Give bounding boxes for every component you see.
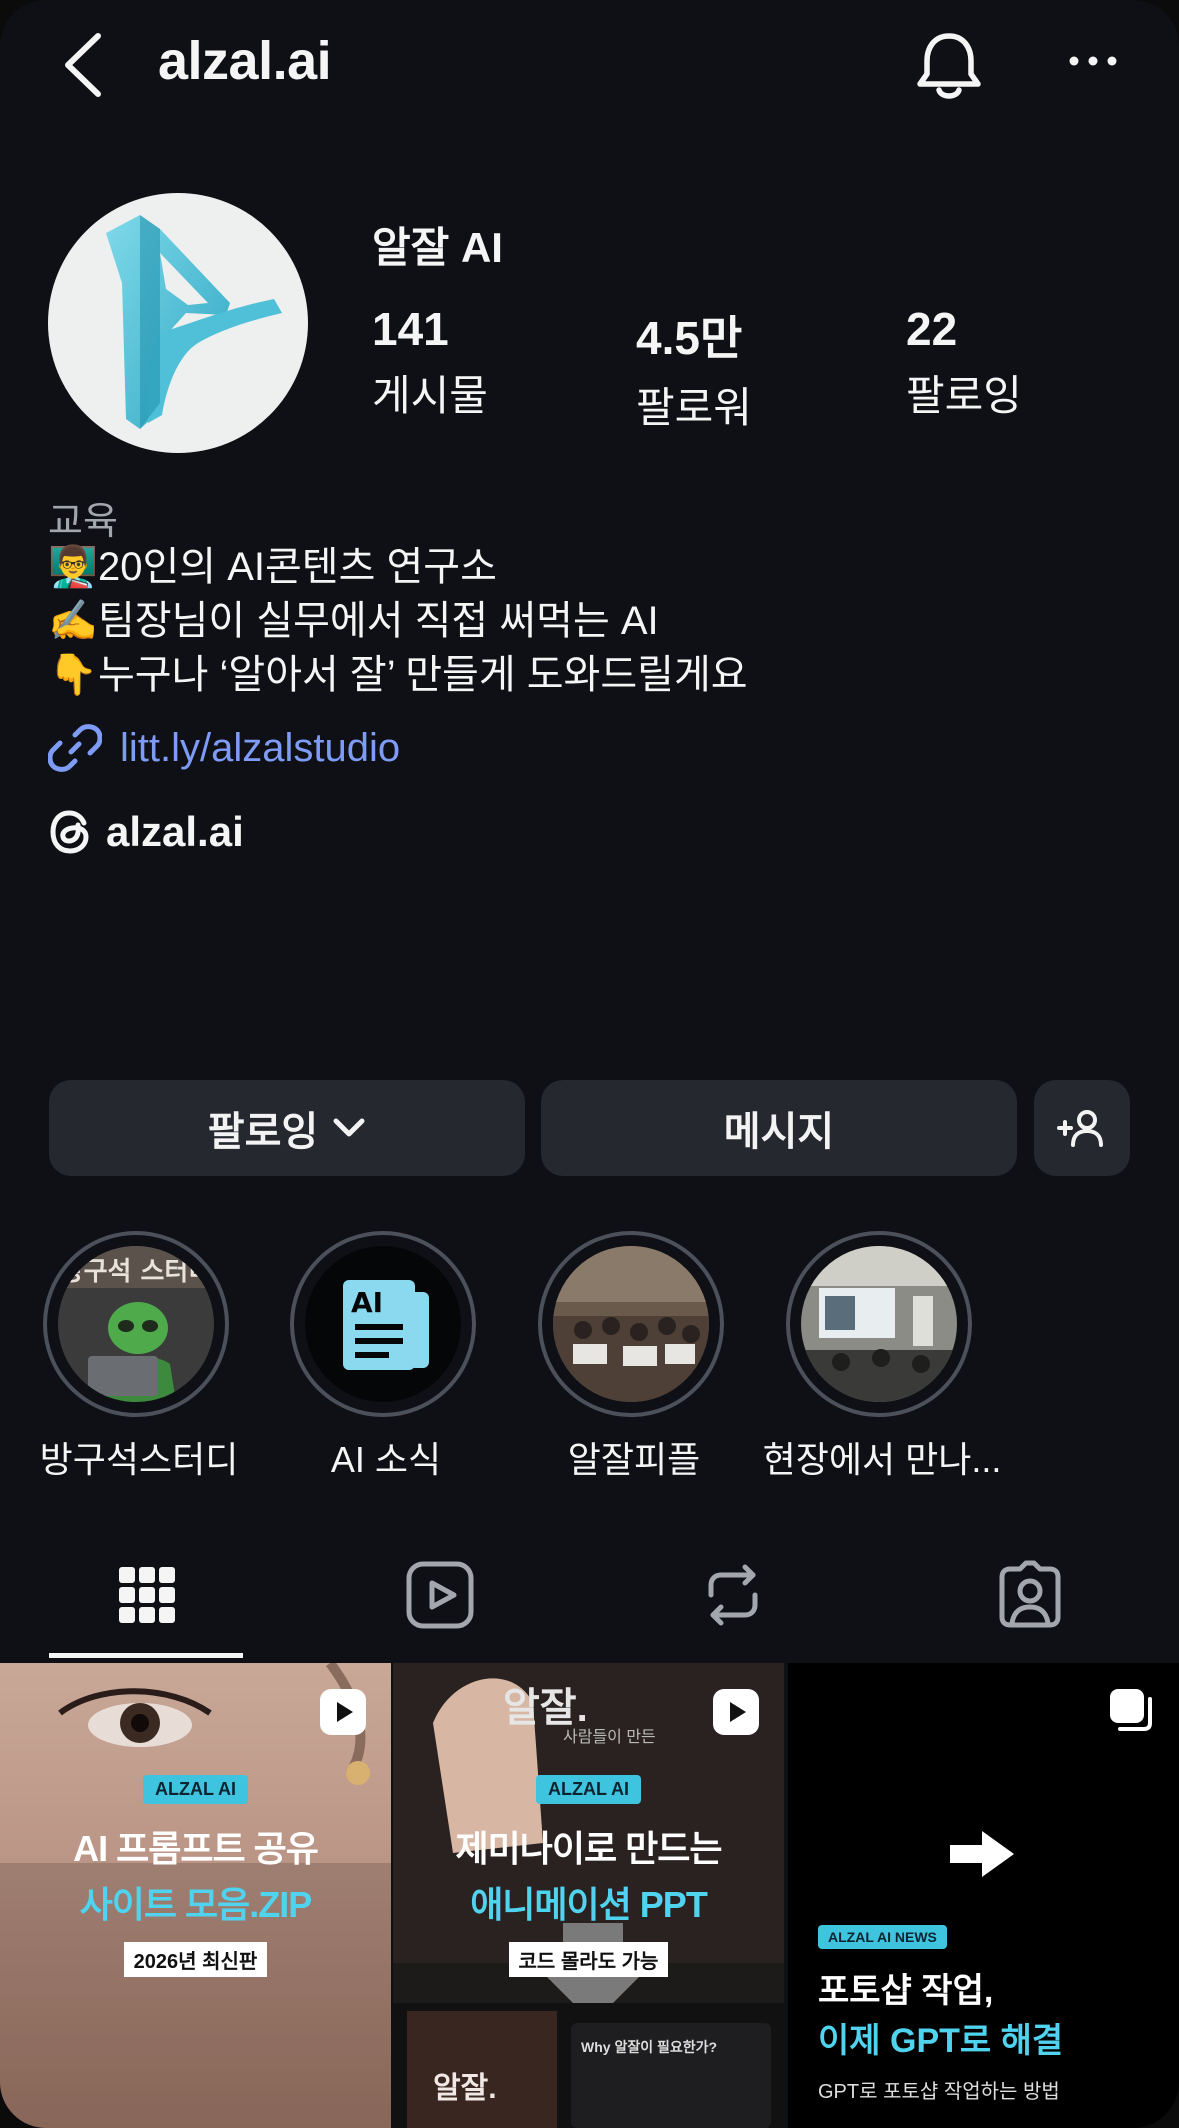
- link-text[interactable]: litt.ly/alzalstudio: [120, 726, 400, 771]
- background-heading-lower: 알잘.: [433, 2072, 497, 2105]
- add-user-button[interactable]: [1034, 1080, 1130, 1176]
- post-badge: ALZAL AI NEWS: [818, 1925, 947, 1949]
- background-slide-title: Why 알잘이 필요한가?: [581, 2039, 718, 2055]
- post-badge: ALZAL AI: [536, 1775, 641, 1804]
- highlight-study[interactable]: 방구석 스터디 방구석스터디: [40, 1231, 238, 1480]
- highlight-ring: [786, 1231, 972, 1417]
- highlight-label: AI 소식: [330, 1439, 442, 1480]
- active-tab-indicator: [49, 1653, 243, 1658]
- post-tile[interactable]: ALZAL AI NEWS 포토샵 작업, 이제 GPT로 해결 GPT로 포토…: [788, 1663, 1179, 2128]
- highlight-ring: AI: [290, 1231, 476, 1417]
- posts-count: 141: [372, 303, 449, 355]
- meeting-photo: [553, 1246, 709, 1402]
- grid-icon[interactable]: [107, 1555, 187, 1635]
- bio-line: ✍️팀장님이 실무에서 직접 써먹는 AI: [48, 594, 748, 648]
- link-icon: [48, 724, 102, 772]
- threads-handle: alzal.ai: [106, 808, 244, 855]
- profile-avatar[interactable]: [48, 193, 308, 453]
- arrow-right-icon: [950, 1831, 1014, 1877]
- post-tile[interactable]: ALZAL AI AI 프롬프트 공유 사이트 모음.ZIP 2026년 최신판: [0, 1663, 391, 2128]
- post-text-block: ALZAL AI 제미나이로 만드는 애니메이션 PPT 코드 몰라도 가능: [393, 1775, 784, 1977]
- highlight-thumbnail: [801, 1246, 957, 1402]
- following-stat[interactable]: 22 팔로잉: [906, 302, 1022, 423]
- profile-handle: alzal.ai: [158, 31, 332, 91]
- followers-stat[interactable]: 4.5만 팔로워: [636, 302, 752, 435]
- teacher-emoji: 👨‍🏫: [48, 545, 98, 589]
- chevron-down-icon: [333, 1118, 365, 1137]
- back-arrow-icon[interactable]: [58, 30, 108, 100]
- post-subtitle: 코드 몰라도 가능: [508, 1942, 669, 1977]
- newspaper-icon: AI: [305, 1246, 461, 1402]
- highlight-ring: [538, 1231, 724, 1417]
- message-button-label: 메시지: [723, 1110, 835, 1154]
- highlight-thumbnail: AI: [305, 1246, 461, 1402]
- post-title-line2: 사이트 모음.ZIP: [79, 1884, 313, 1925]
- highlight-field[interactable]: 현장에서 만나...: [763, 1231, 1001, 1480]
- bell-icon[interactable]: [914, 28, 984, 104]
- posts-grid: ALZAL AI AI 프롬프트 공유 사이트 모음.ZIP 2026년 최신판…: [0, 1663, 1179, 2128]
- highlight-people[interactable]: 알잘피플: [538, 1231, 730, 1480]
- profile-category: 교육: [48, 501, 118, 543]
- bio-text: 누구나 ‘알아서 잘’ 만들게 도와드릴게요: [98, 653, 748, 697]
- profile-link[interactable]: litt.ly/alzalstudio: [48, 718, 400, 778]
- top-bar: alzal.ai: [0, 0, 1179, 130]
- bio-text: 20인의 AI콘텐츠 연구소: [98, 545, 497, 589]
- followers-count: 4.5만: [636, 312, 743, 364]
- post-subtitle: GPT로 포토샵 작업하는 방법: [818, 2081, 1060, 2103]
- following-button-label: 팔로잉: [207, 1110, 319, 1154]
- highlight-label: 방구석스터디: [39, 1439, 239, 1480]
- threads-icon: [50, 810, 89, 854]
- following-button[interactable]: 팔로잉: [49, 1080, 525, 1176]
- background-caption: 사람들이 만든: [563, 1729, 656, 1746]
- reel-indicator-icon: [320, 1689, 366, 1735]
- carousel-indicator-icon: [1110, 1689, 1152, 1731]
- post-title-line2: 이제 GPT로 해결: [818, 2022, 1064, 2060]
- post-title-line2: 애니메이션 PPT: [470, 1884, 708, 1925]
- pointing-down-emoji: 👇: [48, 653, 98, 697]
- reel-indicator-icon: [713, 1689, 759, 1735]
- post-title-line1: 제미나이로 만드는: [455, 1828, 723, 1869]
- alien-study-image: 방구석 스터디: [58, 1246, 214, 1402]
- more-icon[interactable]: [1068, 46, 1118, 76]
- bio-line: 👇누구나 ‘알아서 잘’ 만들게 도와드릴게요: [48, 648, 748, 702]
- post-title-line1: AI 프롬프트 공유: [73, 1828, 319, 1869]
- post-title-line1: 포토샵 작업,: [818, 1972, 994, 2010]
- highlight-thumbnail: [553, 1246, 709, 1402]
- svg-text:방구석 스터디: 방구석 스터디: [60, 1257, 213, 1287]
- post-tile[interactable]: 알잘. 사람들이 만든 알잘. Why 알잘이 필요한가? ALZAL AI 제…: [393, 1663, 784, 2128]
- highlight-label: 알잘피플: [567, 1439, 701, 1480]
- highlight-thumbnail: 방구석 스터디: [58, 1246, 214, 1402]
- profile-screen: alzal.ai 알잘 AI 141 게시물 4.5만 팔로워 22 팔로잉 교…: [0, 0, 1179, 2128]
- post-badge: ALZAL AI: [143, 1775, 248, 1804]
- bio-text: 팀장님이 실무에서 직접 써먹는 AI: [98, 599, 659, 643]
- following-label: 팔로잉: [906, 372, 1022, 419]
- post-text-block: ALZAL AI AI 프롬프트 공유 사이트 모음.ZIP 2026년 최신판: [0, 1775, 391, 1977]
- bio-line: 👨‍🏫20인의 AI콘텐츠 연구소: [48, 540, 748, 594]
- add-user-icon: [1057, 1110, 1103, 1147]
- highlight-ring: 방구석 스터디: [43, 1231, 229, 1417]
- post-subtitle: 2026년 최신판: [123, 1942, 268, 1977]
- profile-bio: 👨‍🏫20인의 AI콘텐츠 연구소 ✍️팀장님이 실무에서 직접 써먹는 AI …: [48, 540, 748, 702]
- reposts-icon[interactable]: [693, 1555, 773, 1635]
- highlight-label: 현장에서 만나...: [762, 1439, 1002, 1480]
- following-count: 22: [906, 303, 958, 355]
- message-button[interactable]: 메시지: [541, 1080, 1017, 1176]
- writing-hand-emoji: ✍️: [48, 599, 98, 643]
- followers-label: 팔로워: [636, 384, 752, 431]
- highlight-ai-news[interactable]: AI AI 소식: [290, 1231, 482, 1480]
- seminar-photo: [801, 1246, 957, 1402]
- profile-name: 알잘 AI: [372, 224, 503, 271]
- threads-badge[interactable]: alzal.ai: [48, 808, 244, 856]
- posts-stat[interactable]: 141 게시물: [372, 302, 488, 423]
- alzal-logo-icon: [106, 215, 282, 429]
- tagged-icon[interactable]: [990, 1555, 1070, 1635]
- svg-text:AI: AI: [351, 1286, 383, 1319]
- reels-icon[interactable]: [400, 1555, 480, 1635]
- posts-label: 게시물: [372, 372, 488, 419]
